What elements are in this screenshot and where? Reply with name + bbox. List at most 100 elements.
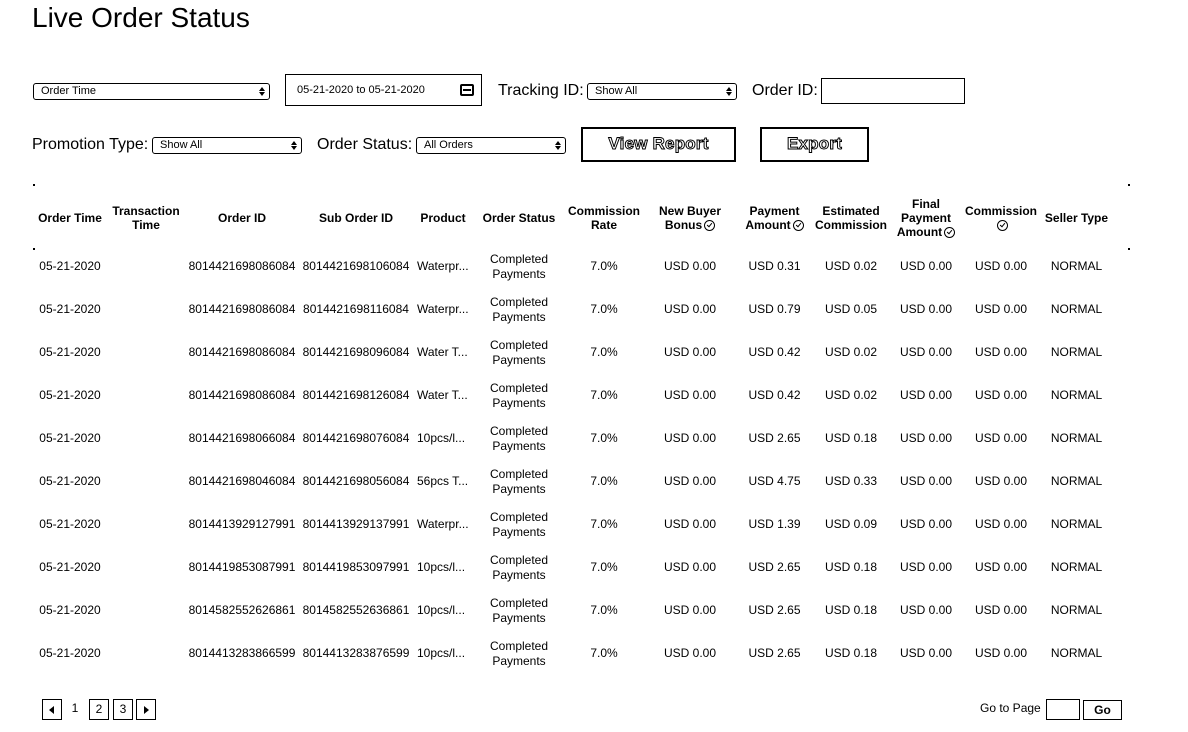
commission-cell: USD 0.00	[974, 560, 1028, 574]
estimated-commission-cell: USD 0.02	[824, 259, 878, 273]
next-page-button[interactable]	[136, 699, 156, 720]
transaction-time-cell	[107, 589, 185, 632]
promotion-type-select[interactable]: Show All	[152, 137, 302, 154]
product-cell[interactable]: 10pcs/l...	[413, 589, 473, 632]
product-cell[interactable]: 56pcs T...	[413, 460, 473, 503]
info-check-icon[interactable]	[792, 219, 804, 231]
order-time-cell: 05-21-2020	[39, 431, 101, 445]
estimated-commission-cell: USD 0.05	[824, 302, 878, 316]
header-payment-amount-label: Payment Amount	[745, 203, 800, 232]
product-cell[interactable]: Water T...	[413, 374, 473, 417]
new-buyer-bonus-cell: USD 0.00	[663, 345, 717, 359]
payment-amount-cell: USD 4.75	[748, 474, 801, 488]
transaction-time-cell	[107, 417, 185, 460]
seller-type-cell: NORMAL	[1050, 517, 1103, 531]
commission-rate-cell: 7.0%	[590, 560, 618, 574]
commission-rate-cell: 7.0%	[590, 474, 618, 488]
product-cell[interactable]: Waterpr...	[413, 503, 473, 546]
new-buyer-bonus-cell: USD 0.00	[663, 259, 717, 273]
order-status-select[interactable]: All Orders	[416, 137, 566, 154]
product-cell[interactable]: Waterpr...	[413, 245, 473, 288]
transaction-time-cell	[107, 245, 185, 288]
new-buyer-bonus-cell: USD 0.00	[663, 603, 717, 617]
time-type-select[interactable]: Order Time	[33, 83, 270, 100]
page-3-button[interactable]: 3	[113, 699, 133, 720]
payment-amount-cell: USD 2.65	[748, 646, 801, 660]
seller-type-cell: NORMAL	[1050, 560, 1103, 574]
final-payment-amount-cell: USD 0.00	[899, 603, 953, 617]
estimated-commission-cell: USD 0.02	[824, 388, 878, 402]
product-cell[interactable]: Waterpr...	[413, 288, 473, 331]
order-id-cell: 8014421698066084	[188, 431, 296, 445]
transaction-time-cell	[107, 632, 185, 675]
order-status-value: All Orders	[424, 139, 473, 151]
product-cell[interactable]: 10pcs/l...	[413, 546, 473, 589]
tracking-id-label: Tracking ID:	[498, 82, 584, 99]
commission-rate-cell: 7.0%	[590, 302, 618, 316]
new-buyer-bonus-cell: USD 0.00	[663, 646, 717, 660]
prev-page-button[interactable]	[42, 699, 62, 720]
final-payment-amount-cell: USD 0.00	[899, 517, 953, 531]
seller-type-cell: NORMAL	[1050, 259, 1103, 273]
order-status-cell: Completed Payments	[489, 251, 549, 281]
product-cell[interactable]: Water T...	[413, 331, 473, 374]
commission-rate-cell: 7.0%	[590, 431, 618, 445]
seller-type-cell: NORMAL	[1050, 646, 1103, 660]
go-button[interactable]: Go	[1083, 700, 1122, 720]
order-time-cell: 05-21-2020	[39, 560, 101, 574]
export-button[interactable]: Export	[760, 127, 869, 162]
select-arrows-icon	[290, 139, 298, 152]
order-status-cell: Completed Payments	[489, 595, 549, 625]
promotion-type-label: Promotion Type:	[32, 136, 149, 153]
table-row[interactable]: 05-21-2020 8014421698086084 80144216980960…	[33, 331, 1113, 374]
tracking-id-select[interactable]: Show All	[587, 83, 737, 100]
final-payment-amount-cell: USD 0.00	[899, 431, 953, 445]
table-row[interactable]: 05-21-2020 8014421698046084 80144216980560…	[33, 460, 1113, 503]
page-1-button[interactable]: 1	[65, 699, 85, 720]
order-time-cell: 05-21-2020	[39, 474, 101, 488]
product-cell[interactable]: 10pcs/l...	[413, 417, 473, 460]
final-payment-amount-cell: USD 0.00	[899, 646, 953, 660]
table-row[interactable]: 05-21-2020 8014421698066084 80144216980760…	[33, 417, 1113, 460]
order-status-cell: Completed Payments	[489, 423, 549, 453]
view-report-button[interactable]: View Report	[581, 127, 736, 162]
order-status-label: Order Status:	[317, 136, 413, 153]
payment-amount-cell: USD 0.42	[748, 345, 801, 359]
transaction-time-cell	[107, 460, 185, 503]
product-cell[interactable]: 10pcs/l...	[413, 632, 473, 675]
header-payment-amount: Payment Amount	[737, 190, 812, 245]
seller-type-cell: NORMAL	[1050, 345, 1103, 359]
table-row[interactable]: 05-21-2020 8014582552626861 80145825526368…	[33, 589, 1113, 632]
seller-type-cell: NORMAL	[1050, 474, 1103, 488]
select-arrows-icon	[258, 85, 266, 98]
commission-cell: USD 0.00	[974, 517, 1028, 531]
commission-rate-cell: 7.0%	[590, 345, 618, 359]
order-status-cell: Completed Payments	[489, 552, 549, 582]
order-id-cell: 8014421698086084	[188, 388, 296, 402]
table-row[interactable]: 05-21-2020 8014413929127991 80144139291379…	[33, 503, 1113, 546]
table-header-row: Order Time Transaction Time Order ID Sub…	[33, 190, 1113, 245]
estimated-commission-cell: USD 0.18	[824, 560, 878, 574]
info-check-icon[interactable]	[944, 226, 956, 238]
calendar-icon[interactable]	[460, 84, 474, 96]
commission-cell: USD 0.00	[974, 345, 1028, 359]
info-check-icon[interactable]	[704, 219, 716, 231]
table-row[interactable]: 05-21-2020 8014421698086084 80144216981260…	[33, 374, 1113, 417]
info-check-icon[interactable]	[996, 219, 1008, 231]
order-id-input[interactable]	[821, 78, 965, 104]
order-time-cell: 05-21-2020	[39, 388, 101, 402]
estimated-commission-cell: USD 0.18	[824, 646, 878, 660]
sub-order-id-cell: 8014421698126084	[302, 388, 410, 402]
table-row[interactable]: 05-21-2020 8014421698086084 80144216981060…	[33, 245, 1113, 288]
go-to-page-input[interactable]	[1046, 699, 1080, 720]
page-title: Live Order Status	[32, 2, 250, 33]
order-status-cell: Completed Payments	[489, 509, 549, 539]
date-range-picker[interactable]: 05-21-2020 to 05-21-2020	[285, 74, 482, 106]
table-row[interactable]: 05-21-2020 8014419853087991 80144198530979…	[33, 546, 1113, 589]
table-row[interactable]: 05-21-2020 8014413283866599 80144132838765…	[33, 632, 1113, 675]
page-2-button[interactable]: 2	[89, 699, 109, 720]
header-estimated-commission: Estimated Commission	[814, 203, 887, 232]
table-row[interactable]: 05-21-2020 8014421698086084 80144216981160…	[33, 288, 1113, 331]
order-id-cell: 8014421698086084	[188, 259, 296, 273]
date-range-value: 05-21-2020 to 05-21-2020	[297, 84, 425, 96]
